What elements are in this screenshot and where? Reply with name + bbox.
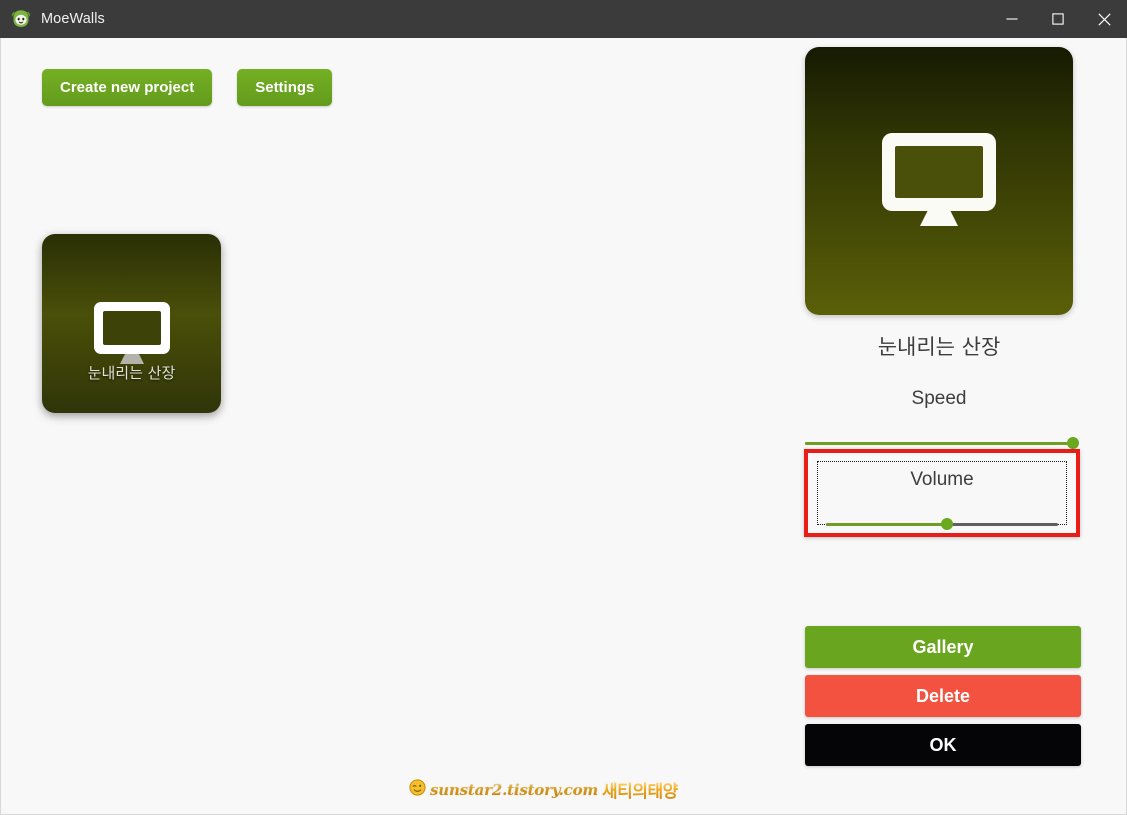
project-card-label: 눈내리는 산장: [87, 364, 176, 382]
toolbar: Create new project Settings: [42, 69, 333, 106]
title-bar[interactable]: MoeWalls: [0, 0, 1127, 38]
create-new-project-button[interactable]: Create new project: [42, 69, 213, 106]
window-controls: [989, 0, 1127, 38]
volume-label: Volume: [910, 469, 974, 490]
volume-control-group: Volume: [826, 469, 1058, 532]
project-grid: 눈내리는 산장: [42, 234, 221, 413]
moewalls-mascot-icon: [10, 8, 32, 30]
settings-button[interactable]: Settings: [237, 69, 333, 106]
details-pane: 눈내리는 산장 Speed Volume Gallery Delete OK: [799, 38, 1126, 814]
application-window: MoeWalls Create new project Settings 눈내리…: [0, 0, 1127, 815]
speed-label: Speed: [911, 388, 967, 409]
speed-slider-thumb[interactable]: [1067, 437, 1079, 449]
delete-button[interactable]: Delete: [805, 675, 1081, 717]
speed-control-group: Speed: [805, 388, 1079, 451]
project-card[interactable]: 눈내리는 산장: [42, 234, 221, 413]
volume-slider-fill: [826, 523, 947, 526]
window-title: MoeWalls: [41, 11, 105, 27]
speed-slider-fill: [805, 442, 1073, 445]
wink-face-icon: [409, 778, 426, 801]
action-button-group: Gallery Delete OK: [805, 626, 1081, 766]
watermark-url: sunstar2.tistory.com: [430, 780, 599, 799]
monitor-icon: [878, 130, 1000, 233]
minimize-button[interactable]: [989, 0, 1035, 38]
gallery-button[interactable]: Gallery: [805, 626, 1081, 668]
projects-pane: Create new project Settings 눈내리는 산장: [1, 38, 801, 814]
volume-slider[interactable]: [826, 516, 1058, 532]
volume-highlight-annotation: Volume: [804, 449, 1080, 537]
preview-title: 눈내리는 산장: [877, 335, 1001, 359]
preview-thumbnail[interactable]: [805, 47, 1073, 315]
close-button[interactable]: [1081, 0, 1127, 38]
ok-button[interactable]: OK: [805, 724, 1081, 766]
watermark-brand: 새티의태양: [602, 777, 678, 802]
watermark: sunstar2.tistory.com 새티의태양: [409, 777, 678, 802]
window-body: Create new project Settings 눈내리는 산장 눈내리는…: [0, 38, 1127, 815]
volume-slider-thumb[interactable]: [940, 518, 953, 530]
monitor-icon: [91, 300, 173, 371]
maximize-button[interactable]: [1035, 0, 1081, 38]
